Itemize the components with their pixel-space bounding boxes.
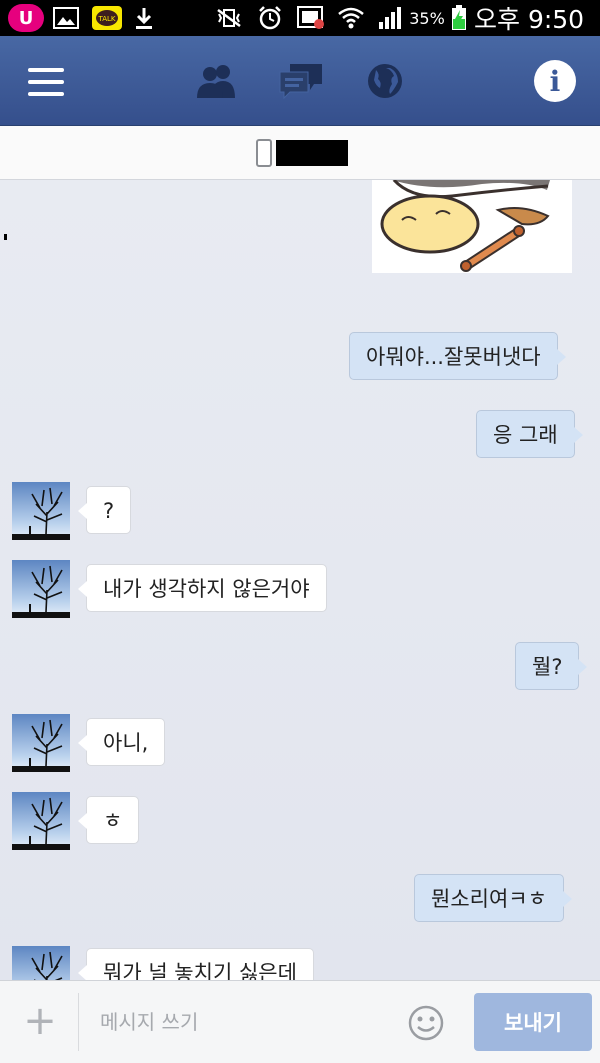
wifi-icon xyxy=(336,4,366,32)
notifications-button[interactable] xyxy=(358,58,412,104)
messages-icon xyxy=(279,64,322,100)
plus-icon: + xyxy=(23,998,57,1044)
kakaotalk-icon: TALK xyxy=(92,4,122,32)
contact-avatar[interactable] xyxy=(12,714,70,772)
message-composer: + 보내기 xyxy=(0,980,600,1063)
download-icon xyxy=(132,4,156,32)
gallery-icon xyxy=(52,4,80,32)
info-icon: i xyxy=(549,64,561,98)
clock: 오후 9:50 xyxy=(474,5,585,34)
contact-avatar[interactable] xyxy=(12,946,70,980)
message-bubble-received[interactable]: ㅎ xyxy=(77,796,140,844)
message-bubble-received[interactable]: 내가 생각하지 않은거야 xyxy=(78,564,327,612)
mobile-phone-icon xyxy=(256,139,272,167)
message-bubble-received[interactable]: 뭐가 널 놓치기 싫은데 xyxy=(78,948,314,980)
divider xyxy=(78,993,79,1051)
messages-button[interactable] xyxy=(274,58,328,104)
conversation-header xyxy=(0,126,600,180)
info-button[interactable]: i xyxy=(534,60,576,102)
menu-icon xyxy=(28,68,64,96)
scroll-indicator xyxy=(4,234,7,240)
conversation-thread[interactable]: 아뭐야...잘못버냇다 응 그래 ? 내가 생각하지 않은거야 뭘? 아니, ㅎ… xyxy=(0,180,600,980)
emoji-button[interactable] xyxy=(406,1003,446,1043)
contact-avatar[interactable] xyxy=(12,560,70,618)
message-bubble-received[interactable]: 아니, xyxy=(77,718,166,766)
globe-icon xyxy=(368,64,402,98)
carrier-badge: U xyxy=(8,4,44,32)
app-update-icon xyxy=(296,4,326,32)
vibrate-mute-icon xyxy=(214,4,244,32)
message-bubble-sent[interactable]: 뭘? xyxy=(515,642,588,690)
sticker-image[interactable] xyxy=(372,180,572,273)
message-input[interactable] xyxy=(86,993,406,1051)
contact-name-redacted xyxy=(276,140,348,166)
send-button[interactable]: 보내기 xyxy=(474,993,592,1051)
status-bar: U TALK 35% 오후 9:50 xyxy=(0,0,600,36)
message-bubble-sent[interactable]: 아뭐야...잘못버냇다 xyxy=(349,332,566,380)
friends-icon xyxy=(197,65,235,98)
add-attachment-button[interactable]: + xyxy=(18,998,62,1044)
app-bar: i xyxy=(0,36,600,126)
battery-percent: 35% xyxy=(409,8,445,28)
contact-avatar[interactable] xyxy=(12,792,70,850)
signal-icon xyxy=(376,4,404,32)
svg-text:TALK: TALK xyxy=(97,15,115,23)
smiley-icon xyxy=(408,1005,444,1041)
alarm-icon xyxy=(256,4,284,32)
friend-requests-button[interactable] xyxy=(190,58,244,104)
message-bubble-sent[interactable]: 뭔소리여ㅋㅎ xyxy=(414,874,572,922)
message-bubble-sent[interactable]: 응 그래 xyxy=(476,410,583,458)
battery-charging-icon xyxy=(450,4,468,32)
contact-avatar[interactable] xyxy=(12,482,70,540)
menu-button[interactable] xyxy=(20,60,72,104)
message-bubble-received[interactable]: ? xyxy=(77,486,132,534)
